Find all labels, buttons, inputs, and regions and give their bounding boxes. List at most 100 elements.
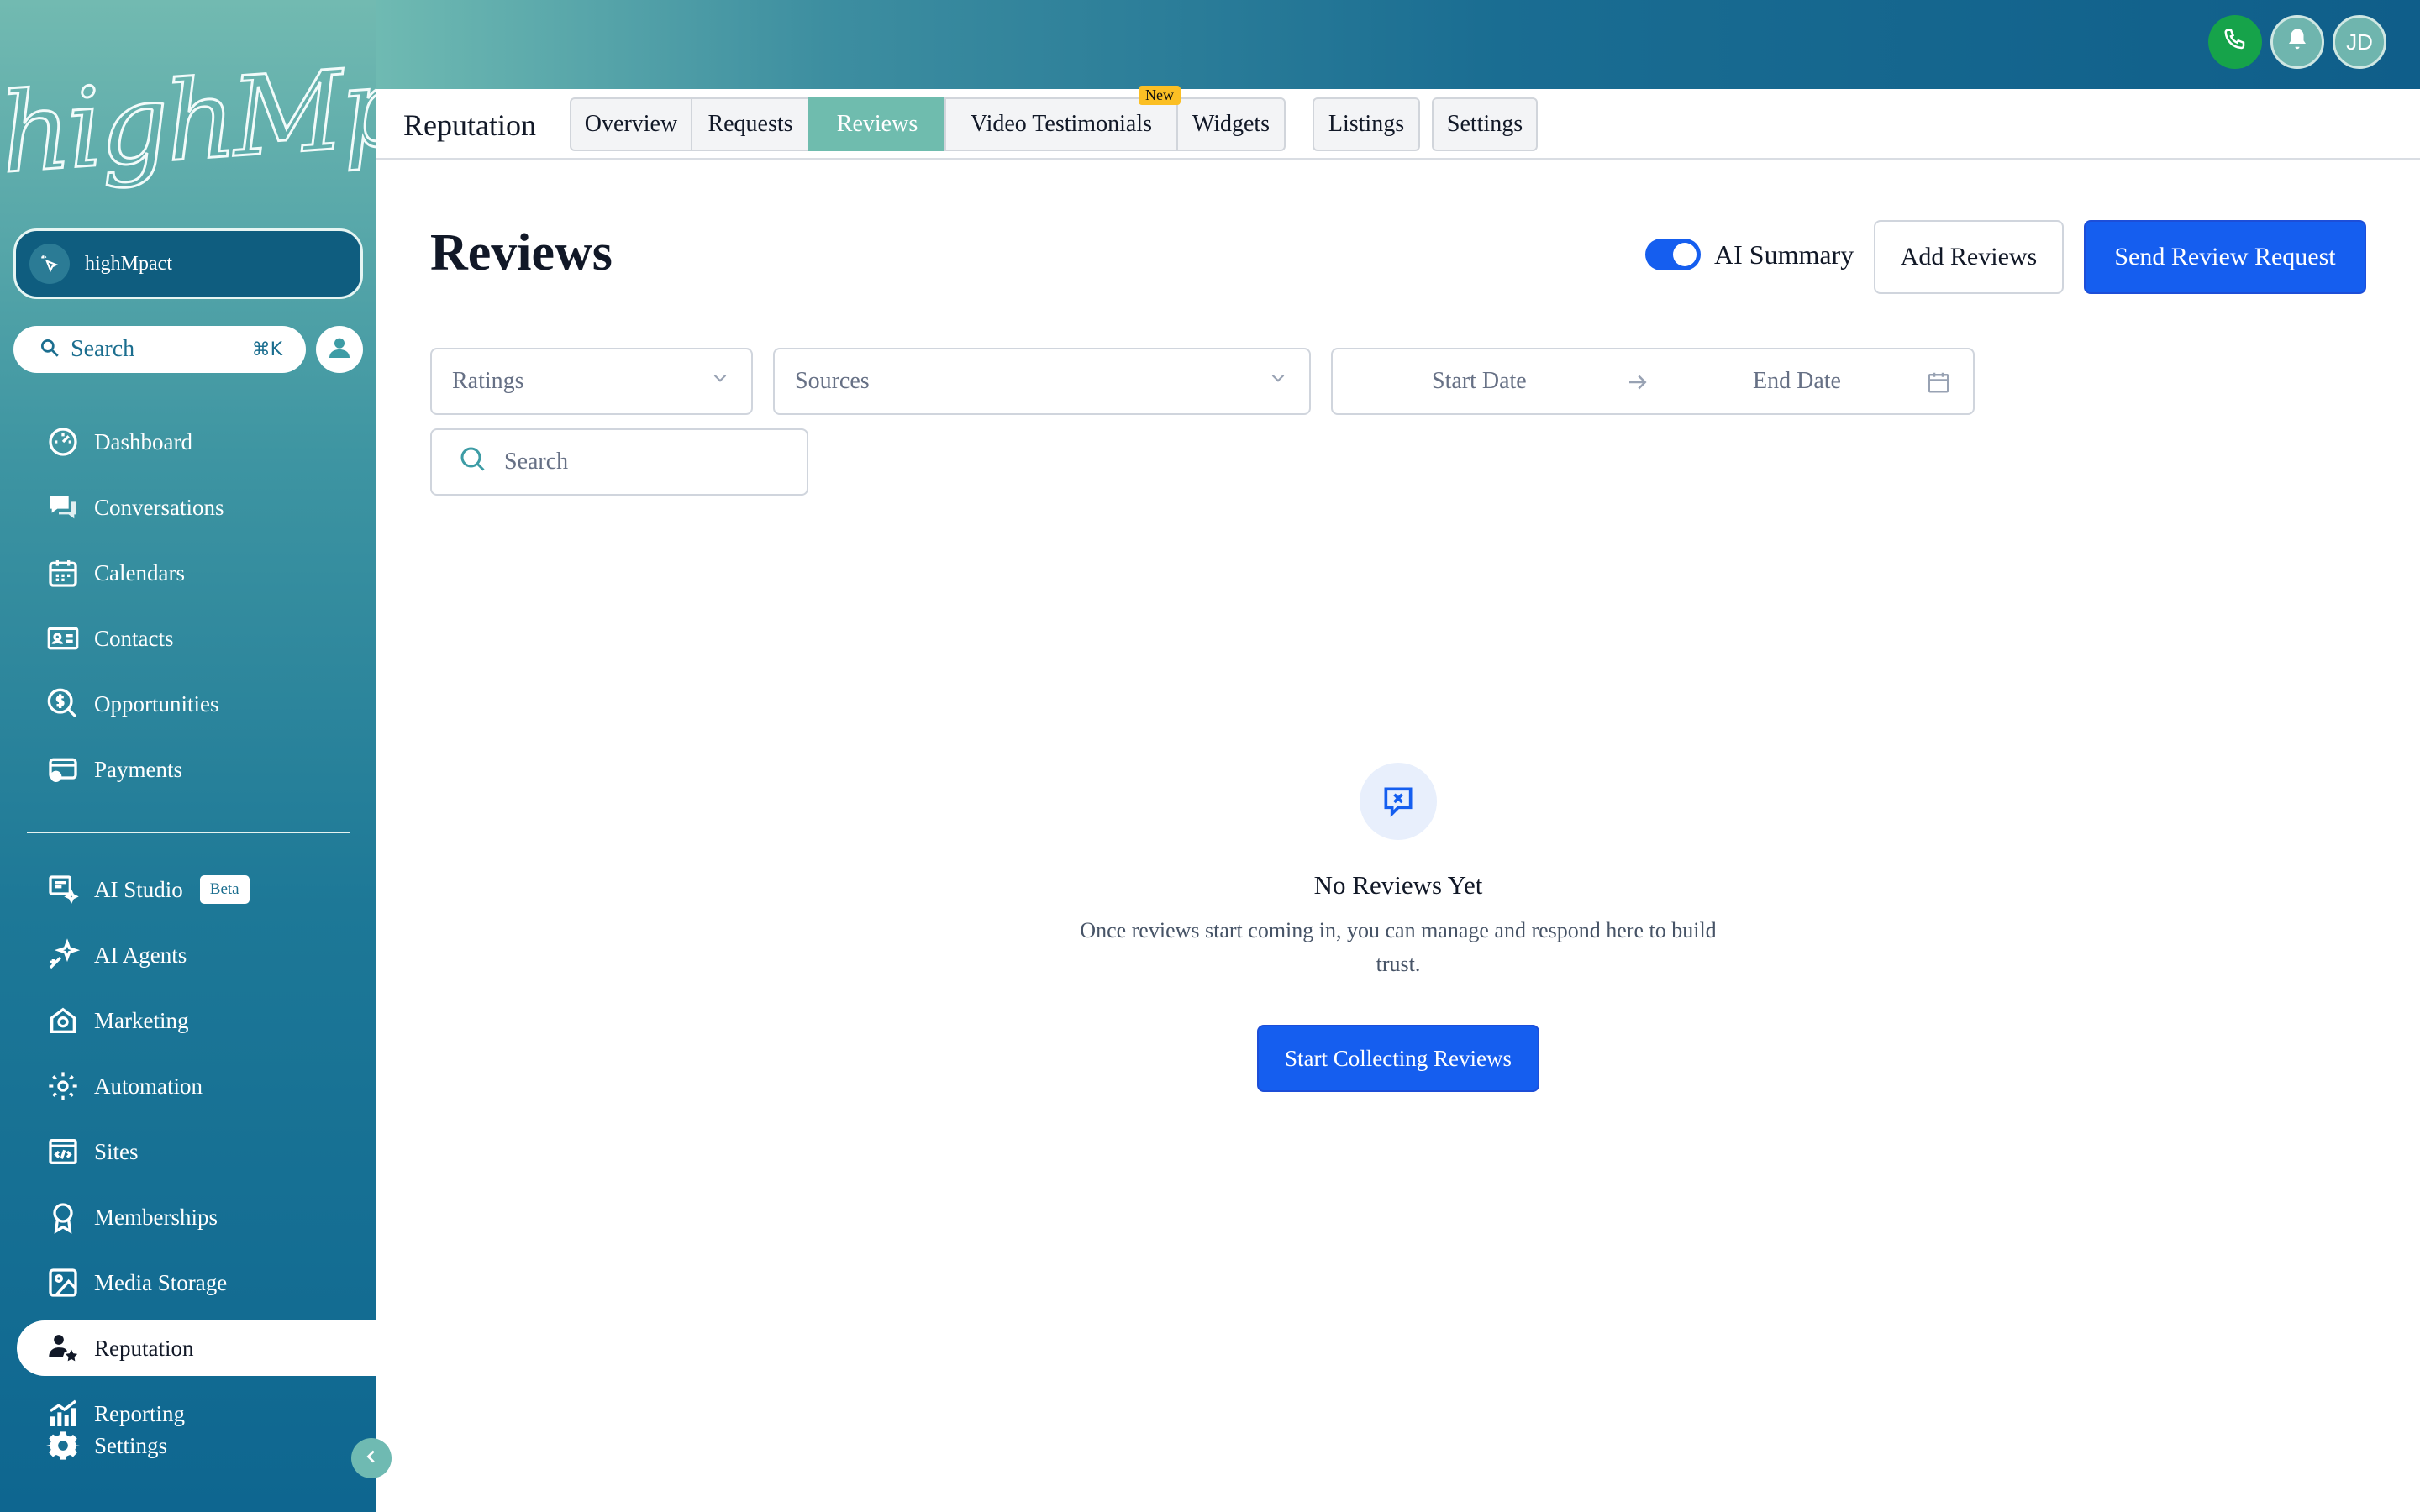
sidebar-item-opportunities[interactable]: Opportunities [17,676,376,732]
marketing-icon [45,1003,81,1038]
ai-summary-toggle[interactable]: AI Summary [1645,239,1854,270]
sources-placeholder: Sources [795,368,870,394]
sidebar-item-label: AI Studio [94,876,183,902]
calendar-icon [1926,370,1951,402]
empty-state-description: Once reviews start coming in, you can ma… [1080,918,1717,976]
sidebar-item-sites[interactable]: Sites [17,1124,376,1179]
image-icon [45,1265,81,1300]
sidebar-item-ai-studio[interactable]: AI Studio Beta [17,862,376,917]
calendar-icon [45,555,81,591]
payment-card-icon [45,752,81,787]
start-collecting-reviews-button[interactable]: Start Collecting Reviews [1257,1025,1539,1092]
ai-summary-label: AI Summary [1714,239,1854,270]
user-icon [326,334,353,365]
sidebar-item-label: Memberships [94,1204,218,1230]
tab-requests[interactable]: Requests [691,97,810,151]
chevron-down-icon [1267,367,1289,396]
search-shortcut: ⌘K [251,339,282,360]
ratings-select[interactable]: Ratings [430,348,753,415]
beta-badge: Beta [199,875,250,904]
tab-reviews[interactable]: Reviews [808,97,946,151]
account-name: highMpact [85,252,172,275]
top-bar: JD [376,0,2420,89]
send-review-request-button[interactable]: Send Review Request [2084,220,2366,294]
sidebar-item-label: Reputation [94,1335,194,1361]
dashboard-icon [45,424,81,459]
page-title: Reviews [430,224,613,281]
sidebar-item-label: Calendars [94,559,185,585]
ratings-placeholder: Ratings [452,368,524,394]
sparkle-icon [45,937,81,973]
no-reviews-icon [1360,763,1437,840]
add-reviews-button[interactable]: Add Reviews [1874,220,2064,294]
search-icon [39,337,60,363]
user-avatar[interactable]: JD [2333,15,2386,69]
code-window-icon [45,1134,81,1169]
sidebar-item-reputation[interactable]: Reputation [17,1320,376,1376]
sidebar-item-label: Payments [94,756,182,782]
sidebar-item-memberships[interactable]: Memberships [17,1189,376,1245]
sidebar: highMpact highMpact Search ⌘K Dashboard … [0,0,572,1512]
sidebar-divider [27,832,350,833]
tab-settings[interactable]: Settings [1432,97,1538,151]
search-icon [457,444,487,480]
sidebar-item-label: Sites [94,1138,139,1164]
reputation-subnav: Reputation Overview Requests Reviews Vid… [376,89,2420,160]
bell-icon [2285,27,2310,58]
sidebar-search[interactable]: Search ⌘K [13,326,306,373]
sidebar-item-ai-agents[interactable]: AI Agents [17,927,376,983]
empty-state-title: No Reviews Yet [1313,870,1483,900]
tab-listings[interactable]: Listings [1313,97,1420,151]
cursor-click-icon [29,244,70,284]
ai-summary-switch[interactable] [1645,239,1701,270]
sidebar-item-label: AI Agents [94,942,187,968]
user-profile-button[interactable] [316,326,363,373]
sidebar-search-label: Search [71,336,135,362]
sidebar-item-label: Settings [94,1432,168,1458]
sidebar-item-marketing[interactable]: Marketing [17,993,376,1048]
sources-select[interactable]: Sources [773,348,1311,415]
section-title: Reputation [403,108,536,142]
sidebar-item-label: Automation [94,1073,203,1099]
reviews-search-input[interactable]: Search [430,428,808,496]
sidebar-item-label: Conversations [94,494,224,520]
search-placeholder: Search [504,449,569,475]
automation-icon [45,1068,81,1104]
sidebar-item-label: Opportunities [94,690,219,717]
notifications-button[interactable] [2270,15,2324,69]
chat-icon [45,490,81,525]
end-date-input[interactable]: End Date [1753,368,1841,395]
sidebar-item-media-storage[interactable]: Media Storage [17,1255,376,1310]
tab-overview[interactable]: Overview [570,97,692,151]
chevron-down-icon [709,367,731,396]
tab-video-testimonials[interactable]: Video Testimonials [944,97,1178,151]
brand-logo[interactable]: highMpact [0,25,572,210]
tab-widgets[interactable]: Widgets [1176,97,1286,151]
sidebar-item-dashboard[interactable]: Dashboard [17,414,376,470]
chevron-left-icon [362,1447,381,1470]
date-range-picker[interactable]: Start Date End Date [1331,348,1975,415]
sidebar-item-label: Contacts [94,625,174,651]
sidebar-item-calendars[interactable]: Calendars [17,545,376,601]
reputation-icon [45,1331,81,1366]
contact-card-icon [45,621,81,656]
account-switcher[interactable]: highMpact [13,228,363,299]
ai-studio-icon [45,872,81,907]
sidebar-item-conversations[interactable]: Conversations [17,480,376,535]
start-date-input[interactable]: Start Date [1432,368,1527,395]
dollar-icon [45,686,81,722]
sidebar-item-automation[interactable]: Automation [17,1058,376,1114]
sidebar-collapse-button[interactable] [351,1438,392,1478]
phone-icon [2223,27,2248,58]
sidebar-item-label: Media Storage [94,1269,228,1295]
top-actions: JD [2208,15,2386,69]
sidebar-item-contacts[interactable]: Contacts [17,611,376,666]
sidebar-item-label: Marketing [94,1007,189,1033]
arrow-right-icon [1625,370,1650,402]
sidebar-item-payments[interactable]: Payments [17,742,376,797]
gear-icon [45,1428,81,1463]
sidebar-item-label: Dashboard [94,428,192,454]
phone-button[interactable] [2208,15,2262,69]
new-badge: New [1139,86,1181,105]
sidebar-item-settings[interactable]: Settings [17,1418,376,1473]
